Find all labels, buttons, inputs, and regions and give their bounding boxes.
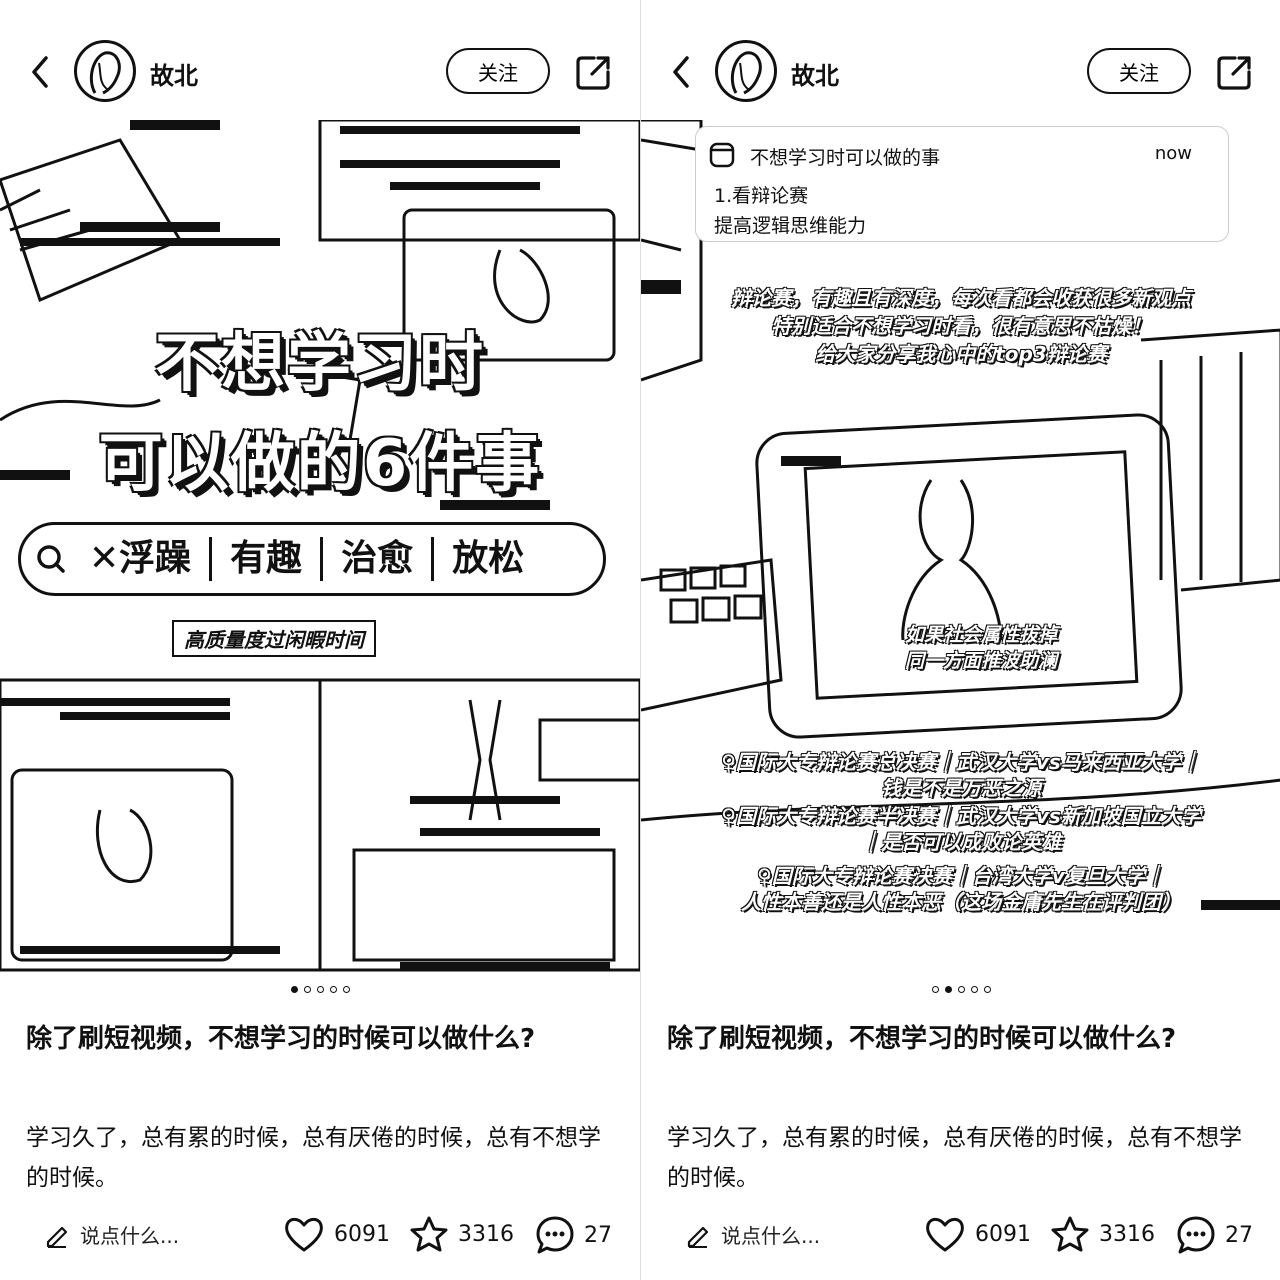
list-line: ♀国际大专辩论赛半决赛｜武汉大学vs新加坡国立大学 <box>721 804 1201 828</box>
cover-search-bar: ✕浮躁 有趣 治愈 放松 <box>18 522 606 596</box>
pager-dot <box>316 986 324 993</box>
pager-dot <box>957 986 965 993</box>
username[interactable]: 故北 <box>791 56 839 91</box>
notification-time: now <box>1154 143 1192 164</box>
heart-icon <box>926 1217 964 1252</box>
post-body: 学习久了，总有累的时候，总有厌倦的时候，总有不想学的时候。 <box>26 1125 601 1191</box>
favorite-count: 3316 <box>1099 1221 1155 1247</box>
back-icon[interactable] <box>26 52 56 92</box>
search-tag: 有趣 <box>212 537 324 581</box>
pencil-icon <box>687 1226 709 1248</box>
pager-dot <box>931 986 939 993</box>
pager-dot <box>342 986 350 993</box>
pager-dot <box>290 986 298 993</box>
notes-app-icon <box>709 142 735 168</box>
search-icon <box>37 545 65 573</box>
post-title: 除了刷短视频，不想学习的时候可以做什么? <box>667 1024 1177 1054</box>
header: 故北 关注 <box>0 30 640 116</box>
list-line: ♀国际大专辩论赛总决赛｜武汉大学vs马来西亚大学｜ <box>721 750 1201 774</box>
intro-line: 辩论赛，有趣且有深度，每次看都会收获很多新观点 <box>731 286 1191 310</box>
video-caption: 同一方面推波助澜 <box>904 650 1057 672</box>
post-title: 除了刷短视频，不想学习的时候可以做什么? <box>26 1024 536 1054</box>
comment-input[interactable]: 说点什么... <box>44 1220 179 1249</box>
pager-dot <box>329 986 337 993</box>
pager-dot <box>944 986 952 993</box>
like-button[interactable]: 6091 <box>282 1214 390 1254</box>
cover-title-line1: 不想学习时 <box>155 327 485 401</box>
follow-button[interactable]: 关注 <box>1087 48 1191 94</box>
heart-icon <box>285 1217 323 1252</box>
comment-icon <box>536 1216 574 1254</box>
cover-title-line2: 可以做的6件事 <box>98 427 542 501</box>
bottom-bar: 说点什么... 6091 3316 27 <box>0 1206 640 1266</box>
favorite-count: 3316 <box>458 1221 514 1247</box>
like-button[interactable]: 6091 <box>923 1214 1031 1254</box>
comment-button[interactable]: 27 <box>1175 1214 1253 1256</box>
notification-title: 不想学习时可以做的事 <box>750 147 941 169</box>
avatar[interactable] <box>74 40 136 102</box>
two-screens: 故北 关注 不想学习时 可以做的6件事 ✕浮躁 有趣 治愈 放松 高质量度过闲暇… <box>0 0 1280 1280</box>
notification-line2: 提高逻辑思维能力 <box>714 215 867 237</box>
search-tag: 治愈 <box>323 537 435 581</box>
video-caption: 如果社会属性拔掉 <box>904 624 1057 646</box>
notification-card[interactable]: 不想学习时可以做的事 now 1.看辩论赛 提高逻辑思维能力 <box>695 126 1229 242</box>
star-icon <box>1051 1216 1089 1252</box>
comment-count: 27 <box>584 1222 612 1248</box>
list-line: 钱是不是万恶之源 <box>881 776 1041 800</box>
share-icon[interactable] <box>574 52 614 92</box>
pager-dot <box>970 986 978 993</box>
list-line: ｜是否可以成败论英雄 <box>861 830 1061 854</box>
comment-button[interactable]: 27 <box>534 1214 612 1256</box>
share-icon[interactable] <box>1215 52 1255 92</box>
post-body: 学习久了，总有累的时候，总有厌倦的时候，总有不想学的时候。 <box>667 1125 1242 1191</box>
notification-line1: 1.看辩论赛 <box>714 185 809 207</box>
favorite-button[interactable]: 3316 <box>1049 1214 1155 1254</box>
pencil-icon <box>46 1226 68 1248</box>
pager-dots <box>641 986 1280 993</box>
comment-count: 27 <box>1225 1222 1253 1248</box>
slide-image[interactable]: 不想学习时可以做的事 now 1.看辩论赛 提高逻辑思维能力 辩论赛，有趣且有深… <box>641 120 1280 972</box>
post-screen-cover: 故北 关注 不想学习时 可以做的6件事 ✕浮躁 有趣 治愈 放松 高质量度过闲暇… <box>0 0 640 1280</box>
comment-icon <box>1177 1216 1215 1254</box>
comment-input[interactable]: 说点什么... <box>685 1220 820 1249</box>
avatar[interactable] <box>715 40 777 102</box>
like-count: 6091 <box>334 1221 390 1247</box>
star-icon <box>410 1216 448 1252</box>
favorite-button[interactable]: 3316 <box>408 1214 514 1254</box>
post-screen-slide: 故北 关注 不想学习时可以做的事 now 1.看辩论赛 提高逻辑思维能力 辩论赛… <box>640 0 1280 1280</box>
list-line: ♀国际大专辩论赛决赛｜台湾大学v复旦大学｜ <box>757 864 1165 888</box>
list-line: 人性本善还是人性本恶（这场金庸先生在评判团） <box>741 890 1181 914</box>
follow-button[interactable]: 关注 <box>446 48 550 94</box>
cover-subtitle: 高质量度过闲暇时间 <box>172 620 376 657</box>
comment-placeholder: 说点什么... <box>80 1224 180 1248</box>
pager-dots <box>0 986 640 993</box>
intro-line: 给大家分享我心中的top3辩论赛 <box>815 342 1107 366</box>
bottom-bar: 说点什么... 6091 3316 27 <box>641 1206 1280 1266</box>
cover-image[interactable]: 不想学习时 可以做的6件事 ✕浮躁 有趣 治愈 放松 高质量度过闲暇时间 <box>0 120 640 972</box>
intro-line: 特别适合不想学习时看，很有意思不枯燥！ <box>771 314 1151 338</box>
like-count: 6091 <box>975 1221 1031 1247</box>
search-tag: ✕浮躁 <box>71 537 213 581</box>
comment-placeholder: 说点什么... <box>721 1224 821 1248</box>
back-icon[interactable] <box>667 52 697 92</box>
username[interactable]: 故北 <box>150 56 198 91</box>
pager-dot <box>303 986 311 993</box>
search-tag: 放松 <box>452 538 525 579</box>
pager-dot <box>983 986 991 993</box>
header: 故北 关注 <box>641 30 1280 116</box>
